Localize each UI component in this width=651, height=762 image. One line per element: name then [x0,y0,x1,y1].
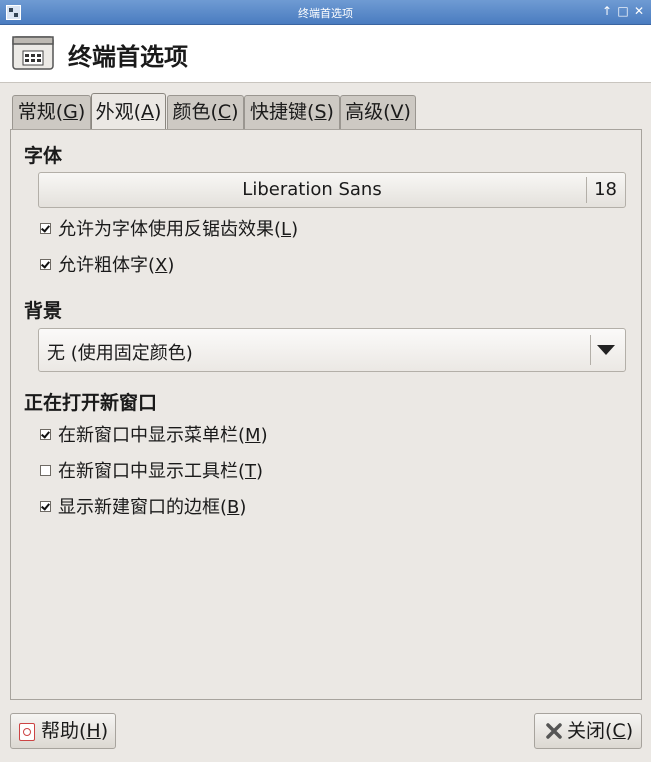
tab-shortcuts[interactable]: 快捷键(S) [244,95,340,129]
tab-label-close: ) [77,101,86,123]
checkbox-unchecked-icon[interactable] [40,464,51,476]
checkbox-label-close: ) [291,219,299,240]
help-button[interactable]: 帮助(H) [10,713,116,749]
font-button-separator [586,177,587,203]
title-bar: 终端首选项 ↑ □ ✕ [0,0,651,25]
tab-label-close: ) [326,101,334,123]
background-section-heading: 背景 [24,300,63,322]
show-toolbar-checkbox[interactable]: 在新窗口中显示工具栏(T) [40,460,263,484]
checkbox-mnemonic: T [245,461,257,482]
checkbox-mnemonic: L [281,219,292,240]
tab-label: 外观( [95,101,141,123]
close-button[interactable]: 关闭(C) [534,713,642,749]
bold-checkbox[interactable]: 允许粗体字(X) [40,254,174,278]
checkbox-label-close: ) [256,461,264,482]
tab-mnemonic: C [217,101,232,123]
checkbox-mnemonic: X [155,255,168,276]
help-button-label-close: ) [100,720,109,742]
help-button-text: 帮助(H) [41,714,108,748]
tab-advanced[interactable]: 高级(V) [340,95,416,129]
tab-label-close: ) [403,101,411,123]
tab-general[interactable]: 常规(G) [12,95,91,129]
background-selected-value: 无 (使用固定颜色) [47,343,193,364]
tab-label-close: ) [154,101,162,123]
close-button-label: 关闭( [567,720,613,742]
background-select[interactable]: 无 (使用固定颜色) [38,328,626,372]
close-icon [546,723,562,739]
tab-label: 快捷键( [250,101,315,123]
font-section-heading: 字体 [24,145,63,167]
tab-mnemonic: S [314,101,327,123]
checkbox-label: 显示新建窗口的边框( [58,497,228,518]
checkbox-label: 在新窗口中显示菜单栏( [58,425,246,446]
chevron-down-icon[interactable] [597,345,615,355]
checkbox-mnemonic: B [227,497,240,518]
checkbox-checked-icon[interactable] [40,258,51,270]
checkbox-checked-icon[interactable] [40,428,51,440]
help-icon [19,723,35,741]
tab-label: 高级( [345,101,391,123]
tab-mnemonic: A [141,101,154,123]
close-button-mnemonic: C [612,720,626,742]
checkbox-label: 允许粗体字( [58,255,156,276]
font-name: Liberation Sans [242,179,382,200]
tab-mnemonic: V [390,101,404,123]
new-window-section-heading: 正在打开新窗口 [24,392,158,414]
dialog-header: 终端首选项 [0,25,651,83]
checkbox-label-close: ) [239,497,247,518]
terminal-preferences-icon [12,36,54,70]
checkbox-checked-icon[interactable] [40,500,51,512]
help-button-label: 帮助( [41,720,87,742]
checkbox-mnemonic: M [245,425,261,446]
tab-label: 常规( [17,101,64,123]
font-chooser-button[interactable]: Liberation Sans 18 [38,172,626,208]
tab-appearance[interactable]: 外观(A) [91,93,166,129]
combo-separator [590,335,591,365]
show-menubar-checkbox[interactable]: 在新窗口中显示菜单栏(M) [40,424,268,448]
close-button-text: 关闭(C) [567,714,633,748]
show-borders-checkbox[interactable]: 显示新建窗口的边框(B) [40,496,246,520]
maximize-button[interactable]: □ [615,3,631,19]
checkbox-label: 允许为字体使用反锯齿效果( [58,219,282,240]
shade-button[interactable]: ↑ [599,3,615,19]
antialias-checkbox[interactable]: 允许为字体使用反锯齿效果(L) [40,218,298,242]
checkbox-label: 在新窗口中显示工具栏( [58,461,246,482]
tab-mnemonic: G [63,101,78,123]
checkbox-checked-icon[interactable] [40,222,51,234]
page-title: 终端首选项 [68,43,188,71]
close-button-label-close: ) [625,720,634,742]
checkbox-label-close: ) [167,255,175,276]
help-button-mnemonic: H [86,720,101,742]
checkbox-label-close: ) [260,425,268,446]
tab-label-close: ) [231,101,239,123]
window-title: 终端首选项 [298,7,353,20]
tab-colors[interactable]: 颜色(C) [167,95,244,129]
font-size: 18 [594,179,617,200]
tab-label: 颜色( [172,101,218,123]
close-window-button[interactable]: ✕ [631,3,647,19]
